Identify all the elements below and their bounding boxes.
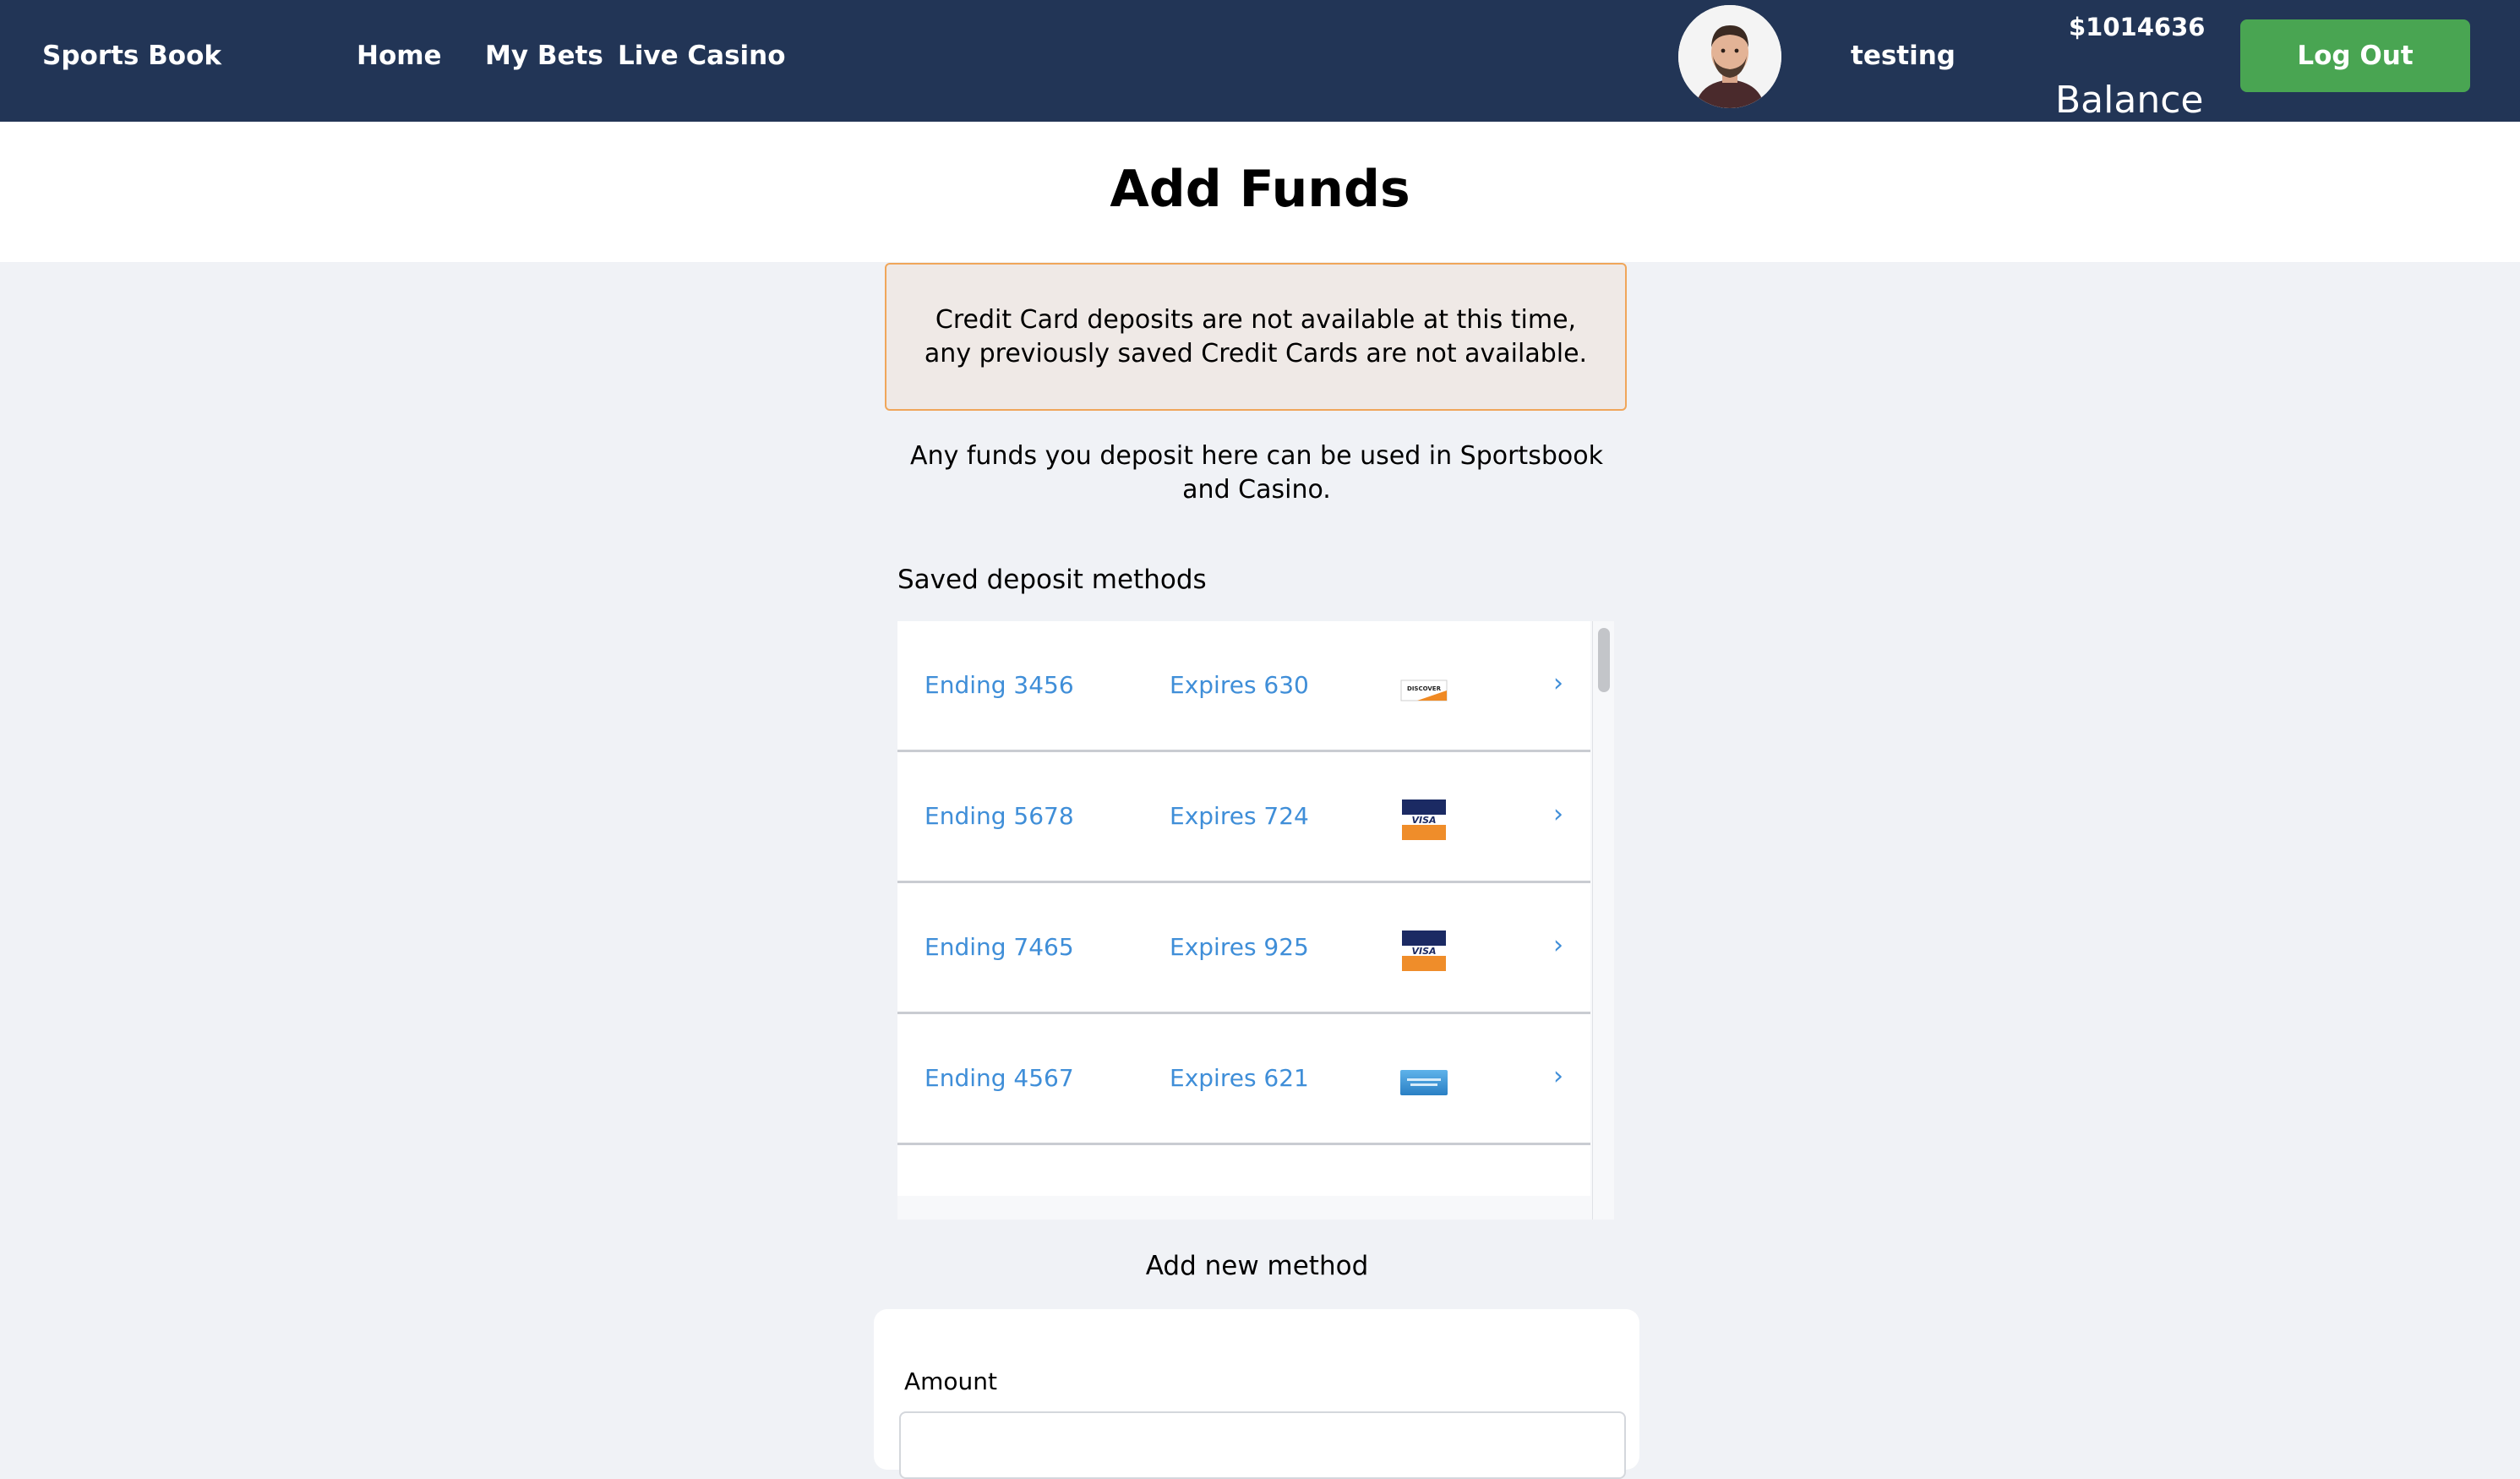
balance-amount: $1014636 <box>2069 13 2206 41</box>
card-expiry: Expires 621 <box>1170 1064 1309 1092</box>
avatar-portrait-icon <box>1678 5 1781 108</box>
saved-methods-heading: Saved deposit methods <box>897 565 1207 595</box>
saved-methods-list: Ending 3456 Expires 630 DISCOVER › Endin… <box>897 621 1590 1196</box>
deposit-form-card: Amount <box>874 1309 1639 1479</box>
nav-my-bets-link[interactable]: My Bets <box>485 37 603 74</box>
balance-label: Balance <box>2055 79 2204 122</box>
card-expiry: Expires 630 <box>1170 671 1309 699</box>
card-expiry: Expires 724 <box>1170 802 1309 830</box>
brand-logo-text[interactable]: Sports Book <box>42 37 221 74</box>
credit-card-unavailable-alert: Credit Card deposits are not available a… <box>885 263 1627 411</box>
nav-live-casino-link[interactable]: Live Casino <box>618 37 786 74</box>
methods-scrollbar[interactable] <box>1592 621 1614 1220</box>
saved-method-row[interactable]: Ending 7465 Expires 925 VISA › <box>897 883 1590 1014</box>
chevron-right-icon: › <box>1553 800 1563 829</box>
saved-methods-scroll-container: Ending 3456 Expires 630 DISCOVER › Endin… <box>897 621 1614 1220</box>
card-expiry: Expires 925 <box>1170 933 1309 961</box>
amex-card-icon <box>1400 1070 1448 1095</box>
chevron-right-icon: › <box>1553 1061 1563 1091</box>
logout-button[interactable]: Log Out <box>2240 19 2470 92</box>
user-avatar[interactable] <box>1678 5 1781 108</box>
chevron-right-icon: › <box>1553 669 1563 698</box>
username-label: testing <box>1851 41 1955 71</box>
scrollbar-thumb[interactable] <box>1598 628 1610 692</box>
discover-card-icon: DISCOVER <box>1400 679 1448 701</box>
nav-home-link[interactable]: Home <box>357 37 442 74</box>
chevron-right-icon: › <box>1553 931 1563 960</box>
add-new-method-label[interactable]: Add new method <box>0 1247 2514 1285</box>
title-band: Add Funds <box>0 122 2520 262</box>
amount-label: Amount <box>904 1367 998 1395</box>
svg-text:VISA: VISA <box>1411 946 1436 957</box>
svg-text:DISCOVER: DISCOVER <box>1407 685 1442 692</box>
visa-card-icon: VISA <box>1402 931 1446 971</box>
page-title: Add Funds <box>1110 160 1410 219</box>
card-ending: Ending 4567 <box>925 1064 1074 1092</box>
card-ending: Ending 7465 <box>925 933 1074 961</box>
visa-card-icon: VISA <box>1402 800 1446 840</box>
card-ending: Ending 5678 <box>925 802 1074 830</box>
card-ending: Ending 3456 <box>925 671 1074 699</box>
saved-method-row[interactable]: Ending 5678 Expires 724 VISA › <box>897 752 1590 883</box>
saved-method-row-partial[interactable] <box>897 1145 1590 1196</box>
alert-message: Credit Card deposits are not available a… <box>924 304 1588 368</box>
amount-input[interactable] <box>899 1411 1626 1479</box>
saved-method-row[interactable]: Ending 3456 Expires 630 DISCOVER › <box>897 621 1590 752</box>
deposit-info-text: Any funds you deposit here can be used i… <box>910 441 1603 505</box>
top-navigation-bar: Sports Book Home My Bets Live Casino tes… <box>0 0 2520 122</box>
saved-method-row[interactable]: Ending 4567 Expires 621 › <box>897 1014 1590 1145</box>
svg-text:VISA: VISA <box>1411 815 1436 826</box>
